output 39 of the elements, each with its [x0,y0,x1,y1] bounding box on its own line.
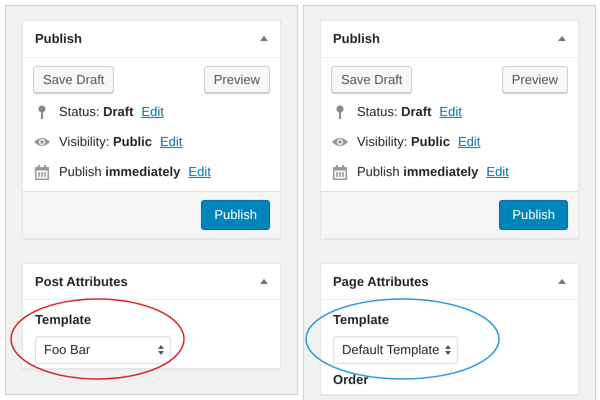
edit-link[interactable]: Edit [486,162,509,182]
pin-icon [38,105,46,119]
select-arrows-icon [158,344,164,355]
box-title: Publish [35,30,82,48]
status-text: Publish immediately [357,163,478,182]
collapse-arrow-icon[interactable] [260,36,268,42]
template-select[interactable]: Default Template [333,336,458,364]
status-text: Status: Draft [59,103,134,122]
calendar-icon [333,164,347,180]
collapse-arrow-icon[interactable] [558,278,566,284]
box-title: Page Attributes [333,272,429,291]
template-label: Template [333,311,390,329]
eye-icon [332,137,348,147]
template-label: Template [35,311,92,329]
box-title: Post Attributes [35,272,128,290]
publish-button[interactable]: Publish [201,200,270,230]
edit-link[interactable]: Edit [188,162,211,182]
status-text: Publish immediately [59,163,180,182]
select-arrows-icon [445,344,452,355]
publish-button[interactable]: Publish [499,200,568,230]
calendar-icon [35,164,49,180]
box-title: Publish [333,30,380,48]
order-label: Order [333,371,370,389]
status-text: Status: Draft [357,103,432,122]
preview-button[interactable]: Preview [502,66,568,93]
template-select[interactable]: Foo Bar [35,336,171,364]
edit-link[interactable]: Edit [160,132,182,152]
edit-link[interactable]: Edit [439,102,462,122]
collapse-arrow-icon[interactable] [260,278,268,284]
status-text: Visibility: Public [59,133,152,152]
save-draft-button[interactable]: Save Draft [331,66,412,93]
eye-icon [34,137,50,147]
collapse-arrow-icon[interactable] [558,36,566,42]
save-draft-button[interactable]: Save Draft [33,66,114,93]
preview-button[interactable]: Preview [204,66,270,93]
status-text: Visibility: Public [357,133,450,152]
edit-link[interactable]: Edit [458,132,480,152]
edit-link[interactable]: Edit [141,102,164,122]
pin-icon [336,105,344,119]
